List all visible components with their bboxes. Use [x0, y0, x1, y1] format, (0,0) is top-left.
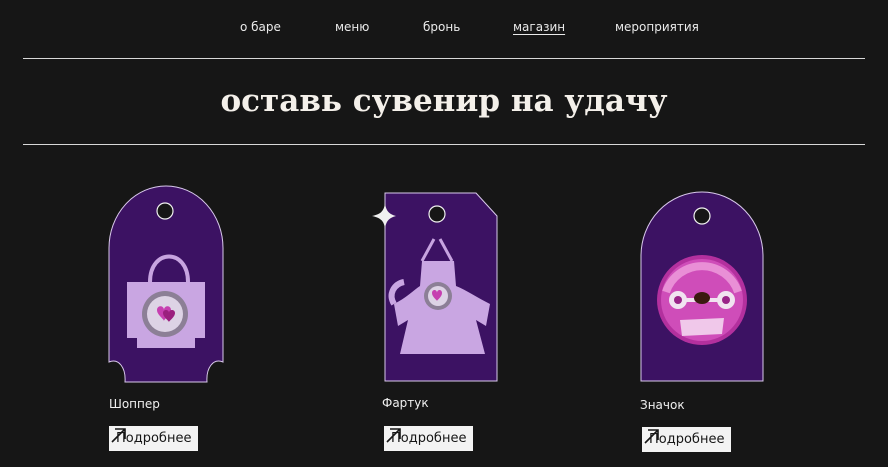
more-button[interactable]: Подробнее: [642, 427, 732, 452]
product-name: Значок: [640, 398, 685, 412]
nav-item-about[interactable]: о баре: [240, 20, 281, 34]
product-name: Шоппер: [109, 397, 160, 411]
apron-icon: [388, 238, 490, 354]
more-label: Подробнее: [649, 432, 725, 447]
arrow-up-right-icon: [111, 428, 126, 443]
nav-item-shop[interactable]: магазин: [513, 20, 565, 34]
arrow-up-right-icon: [386, 428, 401, 443]
more-button[interactable]: Подробнее: [384, 426, 474, 451]
divider-bottom: [23, 144, 865, 145]
top-nav: о баре меню бронь магазин мероприятия: [0, 20, 888, 38]
tote-bag-icon: [127, 254, 205, 348]
more-label: Подробнее: [116, 431, 192, 446]
more-label: Подробнее: [391, 431, 467, 446]
nav-item-events[interactable]: мероприятия: [615, 20, 699, 34]
more-button[interactable]: Подробнее: [109, 426, 199, 451]
nav-item-menu[interactable]: меню: [335, 20, 369, 34]
product-name: Фартук: [382, 396, 429, 410]
pin-badge-icon: [657, 255, 747, 345]
page-title: оставь сувенир на удачу: [220, 83, 668, 119]
arrow-up-right-icon: [644, 429, 659, 444]
divider-top: [23, 58, 865, 59]
nav-item-booking[interactable]: бронь: [423, 20, 460, 34]
